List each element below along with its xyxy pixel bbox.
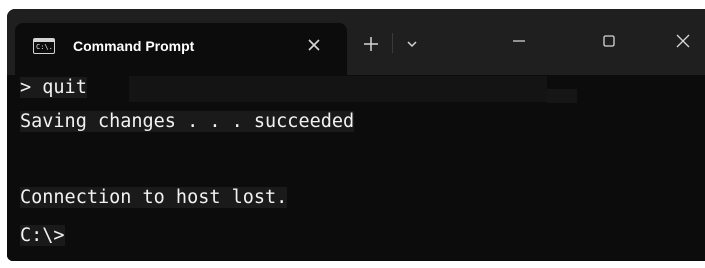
console-line: > quit [20,75,87,101]
tab-separator [392,33,393,53]
maximize-icon[interactable] [597,29,621,53]
title-bar: C:\. Command Prompt [7,9,705,75]
close-icon[interactable] [671,29,695,53]
console-line-text: Connection to host lost. [20,187,288,208]
tab-command-prompt[interactable]: C:\. Command Prompt [15,23,347,75]
console-line: Connection to host lost. [20,185,288,211]
console-line-text: Saving changes . . . succeeded [20,111,355,132]
console-prompt[interactable]: C:\> [20,223,65,249]
minimize-icon[interactable] [507,29,531,53]
command-prompt-icon: C:\. [33,38,55,54]
input-highlight [129,76,547,102]
chevron-down-icon[interactable] [402,34,422,54]
plus-icon[interactable] [359,32,383,56]
console-line: Saving changes . . . succeeded [20,109,355,135]
tab-title: Command Prompt [73,38,195,54]
terminal-window: C:\. Command Prompt > quit Saving change… [7,9,705,261]
console-area[interactable]: > quit Saving changes . . . succeeded Co… [7,75,705,261]
console-line-text: C:\> [20,225,65,246]
input-highlight-tail [547,89,577,103]
console-line-text: > quit [20,77,87,98]
close-icon[interactable] [302,33,326,57]
